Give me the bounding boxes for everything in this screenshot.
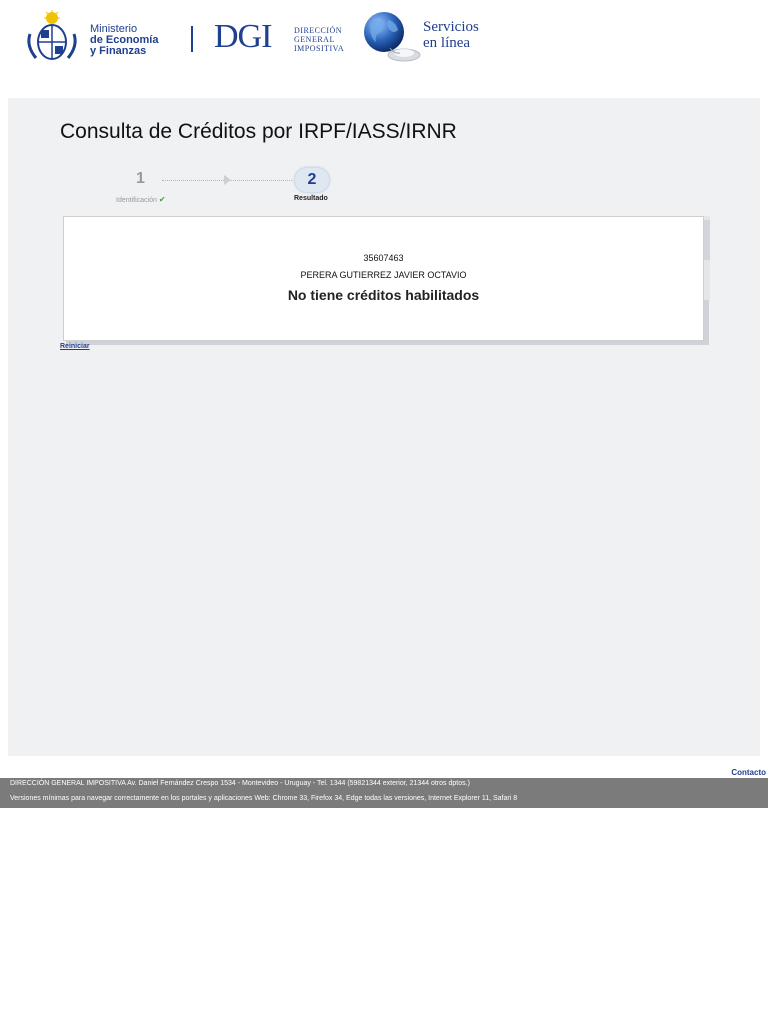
restart-link[interactable]: Reiniciar xyxy=(60,343,90,350)
ministry-name: Ministerio de Economía y Finanzas xyxy=(90,24,158,57)
result-scrollbar[interactable] xyxy=(704,216,710,300)
result-message: No tiene créditos habilitados xyxy=(287,287,480,303)
header-divider xyxy=(191,26,193,52)
servicios-line2: en línea xyxy=(423,35,471,51)
dgi-line3: IMPOSITIVA xyxy=(294,44,345,53)
checkmark-icon: ✔ xyxy=(158,195,166,204)
servicios-line1: Servicios xyxy=(423,19,479,35)
footer-address: DIRECCIÓN GENERAL IMPOSITIVA Av. Daniel … xyxy=(10,780,470,787)
step-1-label-text: Identificación xyxy=(116,197,157,204)
dgi-full-name: DIRECCIÓN GENERAL IMPOSITIVA xyxy=(294,26,344,53)
scrollbar-thumb[interactable] xyxy=(704,220,710,260)
servicios-en-linea-logo[interactable]: Servicios en línea xyxy=(360,10,520,62)
servicios-text: Servicios en línea xyxy=(423,19,479,51)
dgi-abbr: DGI xyxy=(214,18,272,55)
globe-mouse-icon xyxy=(364,12,421,62)
step-arrow-icon xyxy=(224,175,231,185)
ministry-line3: y Finanzas xyxy=(90,45,147,57)
step-2-number: 2 xyxy=(307,171,317,188)
step-1-label: Identificación ✔ xyxy=(116,195,166,204)
step-1-number: 1 xyxy=(136,170,145,187)
result-card: 35607463 PERERA GUTIERREZ JAVIER OCTAVIO… xyxy=(63,216,704,341)
taxpayer-name: PERERA GUTIERREZ JAVIER OCTAVIO xyxy=(300,270,467,280)
ministry-logo[interactable]: Ministerio de Economía y Finanzas xyxy=(24,10,184,64)
site-footer: DIRECCIÓN GENERAL IMPOSITIVA Av. Daniel … xyxy=(0,778,768,808)
taxpayer-id: 35607463 xyxy=(363,253,404,263)
step-2-badge: 2 xyxy=(295,168,329,192)
dgi-logo[interactable]: DGI DIRECCIÓN GENERAL IMPOSITIVA xyxy=(214,18,359,58)
dgi-line1: DIRECCIÓN xyxy=(294,26,343,35)
dgi-line2: GENERAL xyxy=(294,35,335,44)
footer-browser-requirements: Versiones mínimas para navegar correctam… xyxy=(10,795,518,802)
page-title: Consulta de Créditos por IRPF/IASS/IRNR xyxy=(60,120,457,143)
contact-link[interactable]: Contacto xyxy=(731,768,766,777)
step-2-label: Resultado xyxy=(294,195,328,202)
site-header: Ministerio de Economía y Finanzas DGI DI… xyxy=(0,0,768,80)
uruguay-coat-of-arms-icon xyxy=(27,10,77,60)
